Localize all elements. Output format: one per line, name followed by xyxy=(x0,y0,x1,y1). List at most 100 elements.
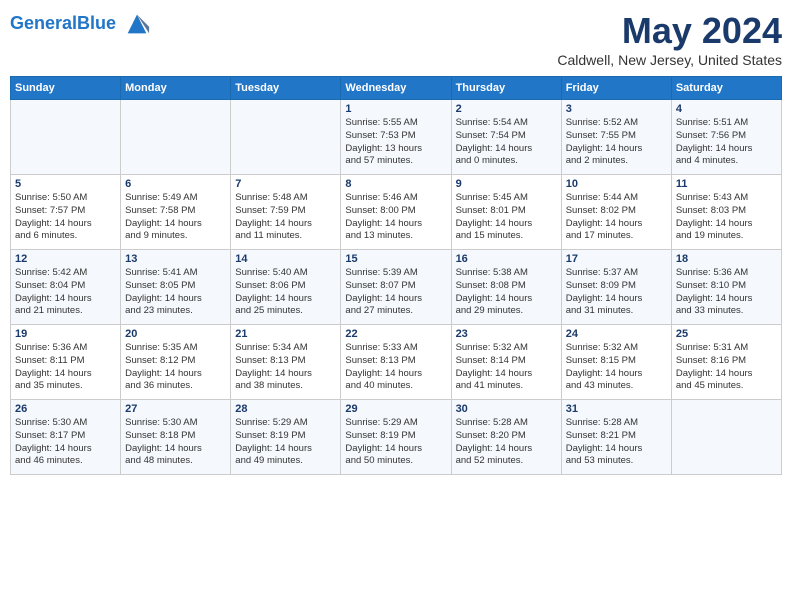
calendar-day-cell: 29 Sunrise: 5:29 AM Sunset: 8:19 PM Dayli… xyxy=(341,400,451,475)
calendar-day-cell: 10 Sunrise: 5:44 AM Sunset: 8:02 PM Dayli… xyxy=(561,175,671,250)
calendar-day-cell xyxy=(671,400,781,475)
weekday-header-tuesday: Tuesday xyxy=(231,77,341,100)
day-info: Sunrise: 5:54 AM Sunset: 7:54 PM Dayligh… xyxy=(456,117,557,168)
day-number: 21 xyxy=(235,328,336,340)
day-number: 2 xyxy=(456,103,557,115)
day-info: Sunrise: 5:41 AM Sunset: 8:05 PM Dayligh… xyxy=(125,267,226,318)
calendar-day-cell: 23 Sunrise: 5:32 AM Sunset: 8:14 PM Dayli… xyxy=(451,325,561,400)
calendar-day-cell: 18 Sunrise: 5:36 AM Sunset: 8:10 PM Dayli… xyxy=(671,250,781,325)
logo-text: GeneralBlue xyxy=(10,10,151,38)
weekday-header-row: SundayMondayTuesdayWednesdayThursdayFrid… xyxy=(11,77,782,100)
day-number: 13 xyxy=(125,253,226,265)
calendar-day-cell: 2 Sunrise: 5:54 AM Sunset: 7:54 PM Daylig… xyxy=(451,100,561,175)
day-number: 28 xyxy=(235,403,336,415)
day-number: 22 xyxy=(345,328,446,340)
calendar-day-cell: 24 Sunrise: 5:32 AM Sunset: 8:15 PM Dayli… xyxy=(561,325,671,400)
logo: GeneralBlue xyxy=(10,10,151,38)
calendar-day-cell xyxy=(11,100,121,175)
calendar-day-cell: 28 Sunrise: 5:29 AM Sunset: 8:19 PM Dayli… xyxy=(231,400,341,475)
location-title: Caldwell, New Jersey, United States xyxy=(557,52,782,68)
day-number: 23 xyxy=(456,328,557,340)
day-number: 25 xyxy=(676,328,777,340)
calendar-day-cell xyxy=(121,100,231,175)
day-info: Sunrise: 5:46 AM Sunset: 8:00 PM Dayligh… xyxy=(345,192,446,243)
day-info: Sunrise: 5:32 AM Sunset: 8:14 PM Dayligh… xyxy=(456,342,557,393)
day-number: 15 xyxy=(345,253,446,265)
day-number: 10 xyxy=(566,178,667,190)
day-info: Sunrise: 5:34 AM Sunset: 8:13 PM Dayligh… xyxy=(235,342,336,393)
day-info: Sunrise: 5:43 AM Sunset: 8:03 PM Dayligh… xyxy=(676,192,777,243)
day-info: Sunrise: 5:28 AM Sunset: 8:20 PM Dayligh… xyxy=(456,417,557,468)
day-info: Sunrise: 5:29 AM Sunset: 8:19 PM Dayligh… xyxy=(345,417,446,468)
day-info: Sunrise: 5:37 AM Sunset: 8:09 PM Dayligh… xyxy=(566,267,667,318)
day-number: 1 xyxy=(345,103,446,115)
logo-icon xyxy=(123,10,151,38)
calendar-week-row: 12Sunrise: 5:42 AM Sunset: 8:04 PM Dayli… xyxy=(11,250,782,325)
calendar-day-cell: 25 Sunrise: 5:31 AM Sunset: 8:16 PM Dayli… xyxy=(671,325,781,400)
day-info: Sunrise: 5:28 AM Sunset: 8:21 PM Dayligh… xyxy=(566,417,667,468)
day-number: 27 xyxy=(125,403,226,415)
day-number: 31 xyxy=(566,403,667,415)
weekday-header-friday: Friday xyxy=(561,77,671,100)
calendar-table: SundayMondayTuesdayWednesdayThursdayFrid… xyxy=(10,76,782,475)
day-number: 11 xyxy=(676,178,777,190)
weekday-header-sunday: Sunday xyxy=(11,77,121,100)
calendar-day-cell: 8 Sunrise: 5:46 AM Sunset: 8:00 PM Daylig… xyxy=(341,175,451,250)
day-info: Sunrise: 5:30 AM Sunset: 8:17 PM Dayligh… xyxy=(15,417,116,468)
calendar-week-row: 26Sunrise: 5:30 AM Sunset: 8:17 PM Dayli… xyxy=(11,400,782,475)
day-number: 24 xyxy=(566,328,667,340)
day-info: Sunrise: 5:40 AM Sunset: 8:06 PM Dayligh… xyxy=(235,267,336,318)
day-info: Sunrise: 5:31 AM Sunset: 8:16 PM Dayligh… xyxy=(676,342,777,393)
day-info: Sunrise: 5:36 AM Sunset: 8:11 PM Dayligh… xyxy=(15,342,116,393)
day-number: 16 xyxy=(456,253,557,265)
day-info: Sunrise: 5:36 AM Sunset: 8:10 PM Dayligh… xyxy=(676,267,777,318)
calendar-day-cell: 12Sunrise: 5:42 AM Sunset: 8:04 PM Dayli… xyxy=(11,250,121,325)
day-info: Sunrise: 5:39 AM Sunset: 8:07 PM Dayligh… xyxy=(345,267,446,318)
day-info: Sunrise: 5:55 AM Sunset: 7:53 PM Dayligh… xyxy=(345,117,446,168)
calendar-day-cell: 14 Sunrise: 5:40 AM Sunset: 8:06 PM Dayli… xyxy=(231,250,341,325)
day-info: Sunrise: 5:30 AM Sunset: 8:18 PM Dayligh… xyxy=(125,417,226,468)
day-info: Sunrise: 5:49 AM Sunset: 7:58 PM Dayligh… xyxy=(125,192,226,243)
calendar-day-cell: 31 Sunrise: 5:28 AM Sunset: 8:21 PM Dayli… xyxy=(561,400,671,475)
day-info: Sunrise: 5:35 AM Sunset: 8:12 PM Dayligh… xyxy=(125,342,226,393)
calendar-day-cell: 6 Sunrise: 5:49 AM Sunset: 7:58 PM Daylig… xyxy=(121,175,231,250)
calendar-day-cell: 7Sunrise: 5:48 AM Sunset: 7:59 PM Daylig… xyxy=(231,175,341,250)
calendar-day-cell: 19 Sunrise: 5:36 AM Sunset: 8:11 PM Dayli… xyxy=(11,325,121,400)
weekday-header-saturday: Saturday xyxy=(671,77,781,100)
day-number: 8 xyxy=(345,178,446,190)
day-number: 14 xyxy=(235,253,336,265)
logo-line1: General xyxy=(10,13,77,33)
day-info: Sunrise: 5:32 AM Sunset: 8:15 PM Dayligh… xyxy=(566,342,667,393)
day-number: 5 xyxy=(15,178,116,190)
day-number: 19 xyxy=(15,328,116,340)
calendar-day-cell: 1 Sunrise: 5:55 AM Sunset: 7:53 PM Daylig… xyxy=(341,100,451,175)
calendar-day-cell: 11 Sunrise: 5:43 AM Sunset: 8:03 PM Dayli… xyxy=(671,175,781,250)
day-number: 18 xyxy=(676,253,777,265)
day-number: 6 xyxy=(125,178,226,190)
calendar-day-cell: 3Sunrise: 5:52 AM Sunset: 7:55 PM Daylig… xyxy=(561,100,671,175)
calendar-day-cell: 21 Sunrise: 5:34 AM Sunset: 8:13 PM Dayli… xyxy=(231,325,341,400)
calendar-day-cell: 13 Sunrise: 5:41 AM Sunset: 8:05 PM Dayli… xyxy=(121,250,231,325)
day-info: Sunrise: 5:44 AM Sunset: 8:02 PM Dayligh… xyxy=(566,192,667,243)
day-info: Sunrise: 5:51 AM Sunset: 7:56 PM Dayligh… xyxy=(676,117,777,168)
calendar-day-cell: 5 Sunrise: 5:50 AM Sunset: 7:57 PM Daylig… xyxy=(11,175,121,250)
day-number: 29 xyxy=(345,403,446,415)
calendar-day-cell: 22Sunrise: 5:33 AM Sunset: 8:13 PM Dayli… xyxy=(341,325,451,400)
day-info: Sunrise: 5:48 AM Sunset: 7:59 PM Dayligh… xyxy=(235,192,336,243)
page-header: GeneralBlue May 2024 Caldwell, New Jerse… xyxy=(10,10,782,68)
calendar-week-row: 19 Sunrise: 5:36 AM Sunset: 8:11 PM Dayli… xyxy=(11,325,782,400)
day-number: 9 xyxy=(456,178,557,190)
calendar-day-cell: 27 Sunrise: 5:30 AM Sunset: 8:18 PM Dayli… xyxy=(121,400,231,475)
calendar-day-cell: 30 Sunrise: 5:28 AM Sunset: 8:20 PM Dayli… xyxy=(451,400,561,475)
day-info: Sunrise: 5:29 AM Sunset: 8:19 PM Dayligh… xyxy=(235,417,336,468)
calendar-day-cell: 17 Sunrise: 5:37 AM Sunset: 8:09 PM Dayli… xyxy=(561,250,671,325)
title-block: May 2024 Caldwell, New Jersey, United St… xyxy=(557,10,782,68)
calendar-day-cell xyxy=(231,100,341,175)
day-number: 30 xyxy=(456,403,557,415)
calendar-week-row: 1 Sunrise: 5:55 AM Sunset: 7:53 PM Daylig… xyxy=(11,100,782,175)
day-info: Sunrise: 5:50 AM Sunset: 7:57 PM Dayligh… xyxy=(15,192,116,243)
calendar-day-cell: 16Sunrise: 5:38 AM Sunset: 8:08 PM Dayli… xyxy=(451,250,561,325)
day-number: 17 xyxy=(566,253,667,265)
day-info: Sunrise: 5:42 AM Sunset: 8:04 PM Dayligh… xyxy=(15,267,116,318)
day-number: 20 xyxy=(125,328,226,340)
